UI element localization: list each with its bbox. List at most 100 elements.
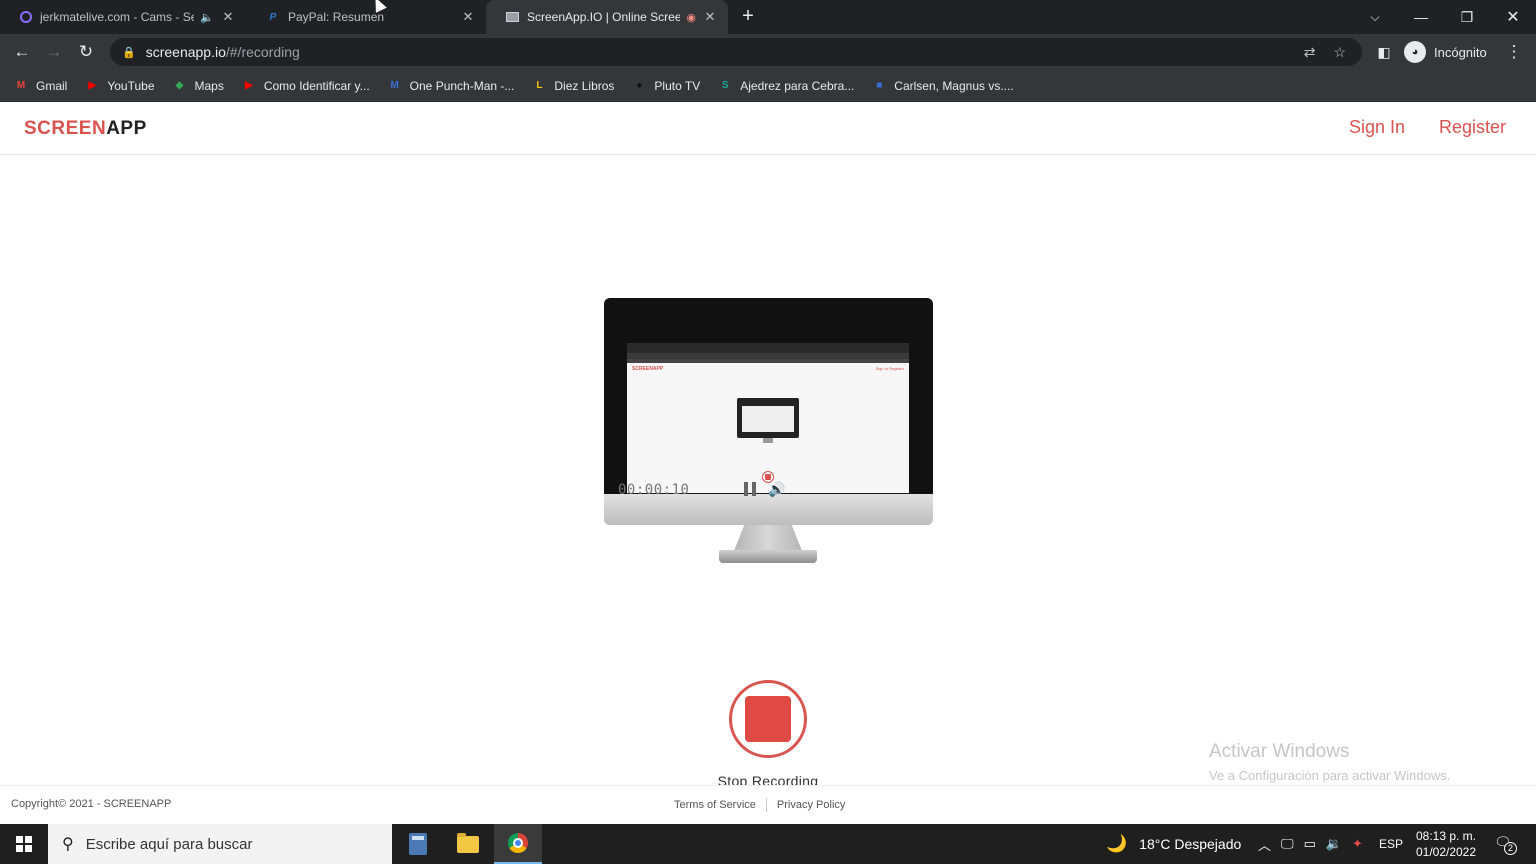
battery-icon[interactable]: ▭ [1304, 836, 1316, 852]
url-path: /#/recording [225, 44, 300, 60]
tab-jerkmate[interactable]: jerkmatelive.com - Cams - Se 🔈 ✕ [0, 0, 246, 34]
file-explorer-app[interactable] [444, 824, 492, 864]
system-tray: ︿ 🖵 ▭ 🔉 ✦ ESP [1258, 824, 1403, 864]
copyright-text: Copyright© 2021 - SCREENAPP [11, 798, 172, 810]
site-header: SCREENAPP Sign In Register [0, 103, 1536, 155]
bookmark-label: Como Identificar y... [263, 78, 370, 93]
bookmark-label: Carlsen, Magnus vs.... [894, 78, 1014, 93]
logo-part-2: APP [106, 118, 147, 139]
bookmark-item[interactable]: S Ajedrez para Cebra... [718, 79, 854, 93]
menu-icon[interactable]: ⋮ [1502, 40, 1526, 64]
taskbar-search-box[interactable]: ⚲ Escribe aquí para buscar [48, 824, 392, 864]
privacy-link[interactable]: Privacy Policy [777, 799, 845, 811]
tab-paypal[interactable]: P PayPal: Resumen ✕ [246, 0, 486, 34]
bookmarks-bar: M Gmail ▶ YouTube ◆ Maps ▶ Como Identificar y..… [0, 70, 1536, 102]
bookmark-item[interactable]: M Gmail [14, 78, 68, 93]
speaker-icon[interactable]: 🔈 [200, 11, 214, 24]
volume-icon[interactable]: 🔉 [1326, 836, 1342, 852]
reload-icon[interactable]: ↻ [74, 40, 98, 64]
taskbar-clock[interactable]: 08:13 p. m. 01/02/2022 [1412, 828, 1480, 860]
tab-search-icon[interactable]: ⌵ [1352, 0, 1398, 34]
maps-icon: ◆ [175, 80, 184, 91]
notification-badge: 2 [1504, 842, 1517, 855]
youtube-icon: ▶ [88, 80, 97, 91]
start-button[interactable] [0, 824, 48, 864]
close-icon[interactable]: ✕ [220, 9, 236, 25]
bookmark-item[interactable]: ● Pluto TV [632, 79, 700, 93]
bookmark-item[interactable]: ▶ YouTube [85, 79, 154, 93]
side-panel-icon[interactable]: ◧ [1372, 40, 1396, 64]
stop-recording-button[interactable] [729, 680, 807, 758]
back-icon[interactable]: ← [10, 40, 34, 64]
close-icon[interactable]: ✕ [460, 9, 476, 25]
logo-part-1: SCREEN [24, 118, 107, 139]
clock-time: 08:13 p. m. [1415, 829, 1477, 843]
incognito-profile-button[interactable]: ◕ Incógnito [1404, 38, 1487, 66]
url-host: screenapp.io [145, 44, 226, 60]
calculator-icon [409, 833, 427, 855]
monitor-chin [604, 494, 933, 525]
minimize-icon[interactable]: — [1398, 0, 1444, 34]
address-bar[interactable]: 🔒 screenapp.io/#/recording ⇄ ☆ [110, 38, 1362, 66]
chrome-icon [508, 833, 528, 853]
bookmark-label: Gmail [36, 78, 68, 93]
terms-link[interactable]: Terms of Service [674, 799, 756, 811]
tab-screenapp[interactable]: ScreenApp.IO | Online Screen ◉ ✕ [486, 0, 728, 34]
windows-activation-watermark: Activar Windows Ve a Configuración para … [1209, 741, 1450, 783]
youtube-icon: ▶ [244, 80, 253, 91]
restore-icon[interactable]: ❐ [1444, 0, 1490, 34]
paypal-icon: P [269, 11, 277, 23]
network-icon[interactable]: 🖵 [1281, 836, 1294, 852]
star-icon[interactable]: ☆ [1333, 44, 1346, 61]
language-indicator[interactable]: ESP [1379, 837, 1403, 851]
notification-center-icon[interactable]: 🗨 2 [1494, 834, 1517, 855]
manga-icon: M [390, 80, 399, 91]
browser-tab-strip: jerkmatelive.com - Cams - Se 🔈 ✕ P PayPa… [0, 0, 1536, 34]
bookmark-item[interactable]: ◆ Maps [173, 79, 224, 93]
sign-in-link[interactable]: Sign In [1349, 117, 1405, 138]
preview-links: Sign In Register [875, 366, 904, 371]
preview-bookmarks [627, 359, 909, 363]
search-placeholder: Escribe aquí para buscar [85, 835, 253, 853]
chess-icon: S [721, 80, 729, 91]
forward-icon[interactable]: → [42, 40, 66, 64]
translate-icon[interactable]: ⇄ [1304, 44, 1316, 61]
recording-timer: 00:00:10 [618, 482, 690, 498]
recording-preview-monitor: SCREENAPP Sign In Register 00:00:10 🔊 [604, 298, 933, 525]
bookmark-item[interactable]: M One Punch-Man -... [388, 79, 515, 93]
gmail-icon: M [16, 80, 26, 91]
preview-logo: SCREENAPP [632, 366, 664, 372]
monitor-stand-neck [734, 525, 802, 551]
speaker-icon[interactable]: 🔊 [768, 481, 785, 498]
preview-tabs [627, 343, 909, 353]
preview-monitor [737, 398, 799, 438]
register-link[interactable]: Register [1439, 117, 1506, 138]
monitor-stand-base [719, 550, 817, 563]
bookmark-label: Pluto TV [654, 78, 701, 93]
chrome-app[interactable] [494, 824, 542, 864]
screenapp-logo[interactable]: SCREENAPP [24, 118, 147, 140]
tab-title: PayPal: Resumen [288, 10, 385, 24]
folder-icon [457, 832, 479, 853]
lock-icon[interactable]: 🔒 [122, 46, 136, 59]
bookmark-item[interactable]: ▶ Como Identificar y... [242, 79, 370, 93]
bookmark-label: Diez Libros [554, 78, 615, 93]
app-tray-icon[interactable]: ✦ [1352, 836, 1363, 852]
tab-title: jerkmatelive.com - Cams - Se [40, 10, 195, 24]
new-tab-button[interactable]: + [738, 6, 758, 27]
window-close-icon[interactable]: ✕ [1490, 0, 1536, 34]
tab-title: ScreenApp.IO | Online Screen [527, 10, 681, 24]
chevron-up-icon[interactable]: ︿ [1258, 835, 1271, 854]
bookmark-item[interactable]: ■ Carlsen, Magnus vs.... [872, 79, 1013, 93]
bookmark-item[interactable]: L Diez Libros [532, 79, 614, 93]
weather-widget[interactable]: 🌙 18°C Despejado [1106, 824, 1241, 864]
calculator-app[interactable] [394, 824, 442, 864]
monitor-icon [506, 12, 519, 22]
pause-icon[interactable] [744, 482, 758, 496]
close-icon[interactable]: ✕ [702, 9, 718, 25]
bookmark-label: YouTube [107, 78, 155, 93]
bookmark-label: One Punch-Man -... [409, 78, 515, 93]
recording-icon: ◉ [686, 11, 696, 24]
omnibox-actions: ⇄ ☆ [1304, 38, 1346, 66]
activate-subtitle: Ve a Configuración para activar Windows. [1209, 768, 1451, 783]
